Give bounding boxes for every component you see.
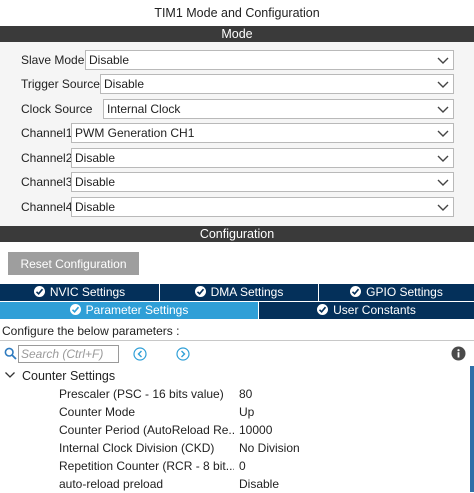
channel4-select[interactable]: Disable — [71, 197, 454, 217]
check-circle-icon — [69, 304, 81, 315]
parameters-hint: Configure the below parameters : — [2, 324, 180, 338]
chevron-down-icon — [437, 57, 449, 64]
check-circle-icon — [317, 304, 329, 315]
param-row-counter-mode[interactable]: Counter Mode Up — [0, 403, 470, 421]
counter-settings-title: Counter Settings — [22, 369, 116, 383]
param-row-repetition-counter[interactable]: Repetition Counter (RCR - 8 bit... 0 — [0, 457, 470, 475]
chevron-down-icon — [437, 130, 449, 137]
param-row-prescaler[interactable]: Prescaler (PSC - 16 bits value) 80 — [0, 385, 470, 403]
slave-mode-value: Disable — [89, 53, 130, 67]
param-name: Prescaler (PSC - 16 bits value) — [59, 387, 224, 401]
channel1-label: Channel1 — [21, 126, 73, 140]
search-previous-icon[interactable] — [133, 347, 147, 361]
mode-row-channel4: Channel4 Disable — [0, 195, 474, 219]
channel2-label: Channel2 — [21, 151, 73, 165]
param-value: 80 — [239, 387, 253, 401]
trigger-source-label: Trigger Source — [21, 77, 100, 91]
param-row-counter-period[interactable]: Counter Period (AutoReload Re... 10000 — [0, 421, 470, 439]
chevron-down-icon — [437, 106, 449, 113]
chevron-down-icon — [437, 155, 449, 162]
tab-parameter-settings-label: Parameter Settings — [85, 303, 189, 317]
param-row-auto-reload-preload[interactable]: auto-reload preload Disable — [0, 475, 470, 493]
chevron-down-icon — [5, 372, 15, 378]
slave-mode-label: Slave Mode — [21, 53, 85, 67]
channel4-label: Channel4 — [21, 200, 73, 214]
check-circle-icon — [194, 286, 206, 297]
tab-user-constants[interactable]: User Constants — [259, 302, 474, 319]
info-icon[interactable] — [451, 346, 466, 361]
channel3-value: Disable — [75, 175, 116, 189]
tab-dma-settings[interactable]: DMA Settings — [160, 284, 318, 301]
check-circle-icon — [350, 286, 362, 297]
channel1-select[interactable]: PWM Generation CH1 — [71, 123, 454, 143]
search-icon[interactable] — [4, 347, 17, 360]
tab-nvic-settings[interactable]: NVIC Settings — [0, 284, 159, 301]
channel2-select[interactable]: Disable — [71, 148, 454, 168]
chevron-down-icon — [437, 204, 449, 211]
tab-nvic-settings-label: NVIC Settings — [49, 285, 126, 299]
channel3-select[interactable]: Disable — [71, 172, 454, 192]
chevron-down-icon — [437, 81, 449, 88]
mode-panel: Slave Mode Disable Trigger Source Disabl… — [0, 42, 474, 226]
param-value: No Division — [239, 441, 300, 455]
param-value: Disable — [239, 477, 280, 491]
param-value: 10000 — [239, 423, 273, 437]
param-name: auto-reload preload — [59, 477, 164, 491]
mode-row-channel3: Channel3 Disable — [0, 170, 474, 194]
check-circle-icon — [33, 286, 45, 297]
tab-gpio-settings[interactable]: GPIO Settings — [319, 284, 474, 301]
channel2-value: Disable — [75, 151, 116, 165]
mode-row-trigger-source: Trigger Source Disable — [0, 72, 474, 96]
tab-dma-settings-label: DMA Settings — [210, 285, 284, 299]
param-name: Internal Clock Division (CKD) — [59, 441, 215, 455]
vertical-scrollbar[interactable] — [470, 366, 474, 492]
counter-settings-group[interactable]: Counter Settings — [4, 367, 115, 385]
channel4-value: Disable — [75, 200, 116, 214]
mode-row-clock-source: Clock Source Internal Clock — [0, 97, 474, 121]
tab-parameter-settings[interactable]: Parameter Settings — [0, 302, 258, 319]
param-value: Up — [239, 405, 255, 419]
configuration-section-header: Configuration — [0, 226, 474, 242]
param-value: 0 — [239, 459, 246, 473]
trigger-source-value: Disable — [104, 77, 145, 91]
param-row-clock-division[interactable]: Internal Clock Division (CKD) No Divisio… — [0, 439, 470, 457]
reset-configuration-button[interactable]: Reset Configuration — [8, 252, 139, 275]
chevron-down-icon — [437, 179, 449, 186]
mode-row-channel2: Channel2 Disable — [0, 146, 474, 170]
divider — [0, 340, 474, 341]
channel3-label: Channel3 — [21, 175, 73, 189]
channel1-value: PWM Generation CH1 — [75, 126, 195, 140]
clock-source-label: Clock Source — [21, 102, 93, 116]
mode-row-channel1: Channel1 PWM Generation CH1 — [0, 121, 474, 145]
param-name: Counter Mode — [59, 405, 136, 419]
search-input[interactable] — [18, 345, 119, 363]
tab-gpio-settings-label: GPIO Settings — [366, 285, 443, 299]
mode-row-slave-mode: Slave Mode Disable — [0, 48, 474, 72]
clock-source-value: Internal Clock — [107, 102, 181, 116]
tab-user-constants-label: User Constants — [333, 303, 416, 317]
search-next-icon[interactable] — [176, 347, 190, 361]
param-name: Counter Period (AutoReload Re... — [59, 423, 234, 437]
window-title: TIM1 Mode and Configuration — [154, 6, 320, 20]
clock-source-select[interactable]: Internal Clock — [103, 99, 454, 119]
trigger-source-select[interactable]: Disable — [100, 74, 454, 94]
mode-section-header: Mode — [0, 26, 474, 42]
slave-mode-select[interactable]: Disable — [85, 50, 454, 70]
param-name: Repetition Counter (RCR - 8 bit... — [59, 459, 234, 473]
